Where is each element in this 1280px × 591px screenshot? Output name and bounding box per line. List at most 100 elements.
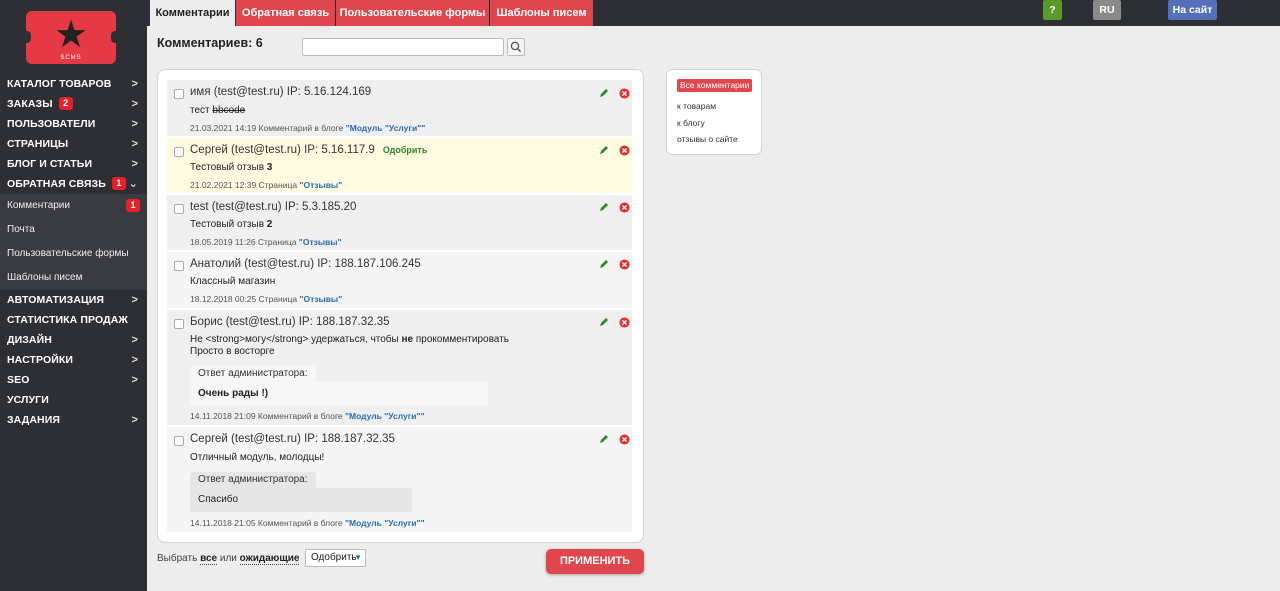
comment-row: Сергей (test@test.ru) IP: 188.187.32.35 … <box>167 427 632 532</box>
search-input[interactable] <box>302 38 504 56</box>
select-pending-link[interactable]: ожидающие <box>239 553 300 565</box>
delete-icon[interactable] <box>619 88 630 99</box>
pencil-icon[interactable] <box>599 434 609 444</box>
chevron-right-icon: > <box>131 374 138 386</box>
comment-text-part: тест <box>190 105 213 116</box>
admin-reply: Ответ администратора: Спасибо <box>190 472 412 512</box>
comment-checkbox[interactable] <box>174 436 184 446</box>
comment-source-link[interactable]: "Модуль "Услуги"" <box>346 123 426 133</box>
chevron-right-icon: > <box>131 334 138 346</box>
sidebar-item-services[interactable]: Услуги <box>0 390 147 410</box>
help-button[interactable]: ? <box>1043 0 1062 20</box>
apply-button[interactable]: ПРИМЕНИТЬ <box>546 549 644 574</box>
sidebar-subitem-label: Шаблоны писем <box>7 272 83 283</box>
comment-meta: 14.11.2018 21:09 Комментарий в блоге "Мо… <box>190 411 425 421</box>
comment-checkbox[interactable] <box>174 147 184 157</box>
comment-text: Отличный модуль, молодцы! <box>190 452 325 463</box>
comment-text-part: Не <strong>могу</strong> удержаться, что… <box>190 334 402 345</box>
chevron-right-icon: > <box>131 158 138 170</box>
sidebar-item-users[interactable]: Пользователи > <box>0 114 147 134</box>
delete-icon[interactable] <box>619 259 630 270</box>
comment-source-link[interactable]: "Отзывы" <box>299 294 342 304</box>
comment-text-bold: 3 <box>266 162 273 173</box>
comment-meta: 21.02.2021 12:39 Страница "Отзывы" <box>190 180 342 190</box>
comment-checkbox[interactable] <box>174 319 184 329</box>
select-all-link[interactable]: все <box>200 553 218 565</box>
sidebar-item-tasks[interactable]: Задания > <box>0 410 147 430</box>
sidebar-item-seo[interactable]: SEO > <box>0 370 147 390</box>
site-button[interactable]: На сайт <box>1168 0 1217 20</box>
feedback-badge: 1 <box>111 177 126 190</box>
search-button[interactable] <box>507 38 525 56</box>
sidebar-subitem-mail[interactable]: Почта <box>0 218 147 242</box>
language-button[interactable]: RU <box>1093 0 1121 20</box>
tab-feedback[interactable]: Обратная связь <box>236 0 335 26</box>
sidebar-item-orders[interactable]: Заказы 2 > <box>0 94 147 114</box>
tab-user-forms[interactable]: Пользовательские формы <box>336 0 489 26</box>
sidebar-item-label: Обратная связь <box>7 178 106 190</box>
sidebar-item-label: Автоматизация <box>7 294 105 306</box>
page-title: Комментариев: 6 <box>157 36 263 50</box>
sidebar-subitem-forms[interactable]: Пользовательские формы <box>0 242 147 266</box>
comment-source-link[interactable]: "Отзывы" <box>299 180 342 190</box>
pencil-icon[interactable] <box>599 88 609 98</box>
pencil-icon[interactable] <box>599 202 609 212</box>
sidebar-item-stats[interactable]: Статистика продаж <box>0 310 147 330</box>
sidebar: ★ SCMS Каталог товаров > Заказы 2 > Пользов… <box>0 0 147 591</box>
comment-text-strike: bbcode <box>212 105 246 116</box>
pencil-icon[interactable] <box>599 317 609 327</box>
comment-source-link[interactable]: "Модуль "Услуги"" <box>345 411 425 421</box>
comment-date: 18.12.2018 00:25 Страница <box>190 294 300 304</box>
sidebar-item-feedback[interactable]: Обратная связь 1 ⌄ <box>0 174 147 194</box>
sidebar-item-label: Задания <box>7 414 60 426</box>
sidebar-item-catalog[interactable]: Каталог товаров > <box>0 74 147 94</box>
comment-date: 14.11.2018 21:05 Комментарий в блоге <box>190 518 345 528</box>
logo-text: SCMS <box>60 55 82 61</box>
comment-checkbox[interactable] <box>174 89 184 99</box>
sidebar-item-label: Каталог товаров <box>7 78 112 90</box>
tab-comments[interactable]: Комментарии <box>150 0 235 26</box>
comment-row: Сергей (test@test.ru) IP: 5.16.117.9 Одоб… <box>167 138 632 194</box>
delete-icon[interactable] <box>619 145 630 156</box>
admin-reply: Ответ администратора: Очень рады !) <box>190 366 488 406</box>
filter-blog-link[interactable]: к блогу <box>677 118 705 128</box>
chevron-right-icon: > <box>131 294 138 306</box>
comment-source-link[interactable]: "Отзывы" <box>299 237 342 247</box>
comment-checkbox[interactable] <box>174 261 184 271</box>
action-select[interactable]: Одобрить ▼ <box>305 549 366 567</box>
logo[interactable]: ★ SCMS <box>23 11 119 64</box>
sidebar-item-label: Дизайн <box>7 334 52 346</box>
sidebar-subitem-label: Почта <box>7 224 35 235</box>
pencil-icon[interactable] <box>599 259 609 269</box>
delete-icon[interactable] <box>619 317 630 328</box>
orders-badge: 2 <box>58 97 73 110</box>
approve-link[interactable]: Одобрить <box>383 145 428 155</box>
comment-source-link[interactable]: "Модуль "Услуги"" <box>345 518 425 528</box>
pencil-icon[interactable] <box>599 145 609 155</box>
sidebar-item-blog[interactable]: Блог и статьи > <box>0 154 147 174</box>
comment-author: Сергей (test@test.ru) IP: 5.16.117.9 Одоб… <box>190 144 427 156</box>
filter-products-link[interactable]: к товарам <box>677 101 716 111</box>
sidebar-subitem-comments[interactable]: Комментарии 1 <box>0 194 147 218</box>
action-select-value: Одобрить <box>311 552 357 563</box>
comment-meta: 14.11.2018 21:05 Комментарий в блоге "Мо… <box>190 518 425 528</box>
delete-icon[interactable] <box>619 202 630 213</box>
comment-date: 21.03.2021 14:19 Комментарий в блоге <box>190 123 346 133</box>
sidebar-subitem-templates[interactable]: Шаблоны писем <box>0 266 147 290</box>
select-or: или <box>217 553 240 564</box>
comment-text-part: прокомментировать <box>413 334 509 345</box>
comment-row: Анатолий (test@test.ru) IP: 188.187.106.… <box>167 252 632 309</box>
filter-site-reviews-link[interactable]: отзывы о сайте <box>677 134 738 144</box>
comment-date: 18.05.2019 11:26 Страница <box>190 237 299 247</box>
tab-email-templates[interactable]: Шаблоны писем <box>490 0 593 26</box>
filter-all-comments[interactable]: Все комментарии <box>677 79 753 92</box>
sidebar-item-settings[interactable]: Настройки > <box>0 350 147 370</box>
chevron-right-icon: > <box>131 354 138 366</box>
comment-author-text: Сергей (test@test.ru) IP: 5.16.117.9 <box>190 144 375 156</box>
sidebar-item-automation[interactable]: Автоматизация > <box>0 290 147 310</box>
delete-icon[interactable] <box>619 434 630 445</box>
sidebar-item-design[interactable]: Дизайн > <box>0 330 147 350</box>
comment-text: Не <strong>могу</strong> удержаться, что… <box>190 334 509 346</box>
comment-checkbox[interactable] <box>174 204 184 214</box>
sidebar-item-pages[interactable]: Страницы > <box>0 134 147 154</box>
